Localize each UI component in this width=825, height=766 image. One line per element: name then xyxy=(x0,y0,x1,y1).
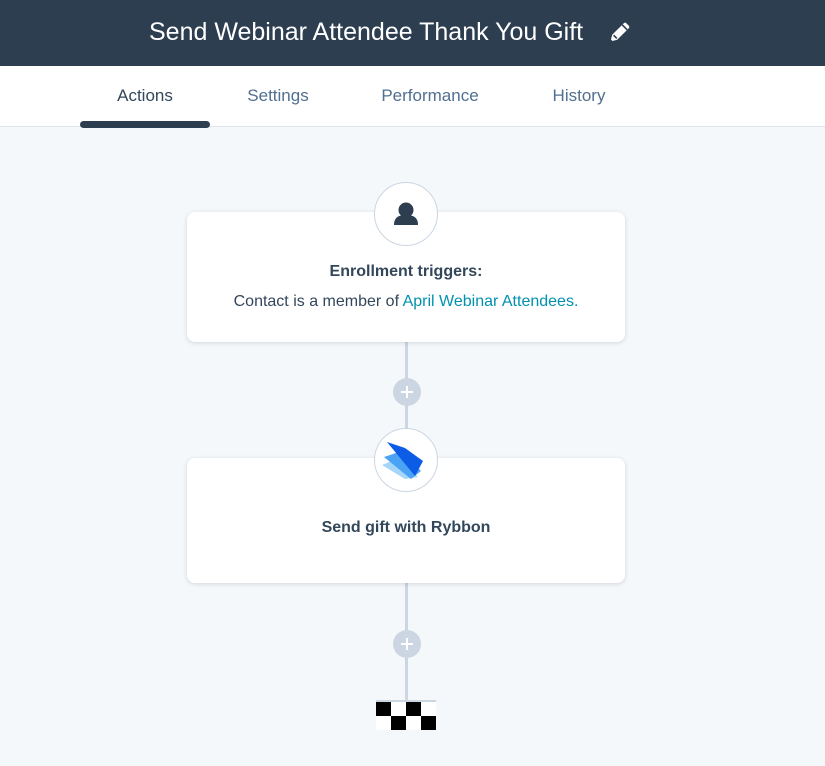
add-action-button[interactable] xyxy=(393,630,421,658)
trigger-desc-period: . xyxy=(573,293,579,310)
trigger-card-description: Contact is a member of April Webinar Att… xyxy=(187,293,625,311)
tab-performance[interactable]: Performance xyxy=(365,66,495,126)
checkered-flag-icon xyxy=(376,700,436,730)
pencil-edit-icon[interactable] xyxy=(608,20,632,44)
workflow-header: Send Webinar Attendee Thank You Gift xyxy=(0,0,825,66)
tab-actions[interactable]: Actions xyxy=(80,66,210,126)
active-tab-indicator xyxy=(80,121,210,128)
workflow-title[interactable]: Send Webinar Attendee Thank You Gift xyxy=(149,16,583,48)
rybbon-logo-icon xyxy=(382,442,423,479)
contact-person-icon xyxy=(394,202,418,225)
action-card-title: Send gift with Rybbon xyxy=(321,519,491,536)
action-badge xyxy=(374,428,438,492)
list-link[interactable]: April Webinar Attendees xyxy=(403,293,574,310)
add-action-button[interactable] xyxy=(393,378,421,406)
tab-history[interactable]: History xyxy=(532,66,626,126)
trigger-desc-text: Contact is a member of xyxy=(233,293,403,310)
trigger-badge xyxy=(374,182,438,246)
tab-settings[interactable]: Settings xyxy=(228,66,328,126)
tab-bar: Actions Settings Performance History xyxy=(0,66,825,127)
trigger-card-title: Enrollment triggers: xyxy=(329,263,483,280)
